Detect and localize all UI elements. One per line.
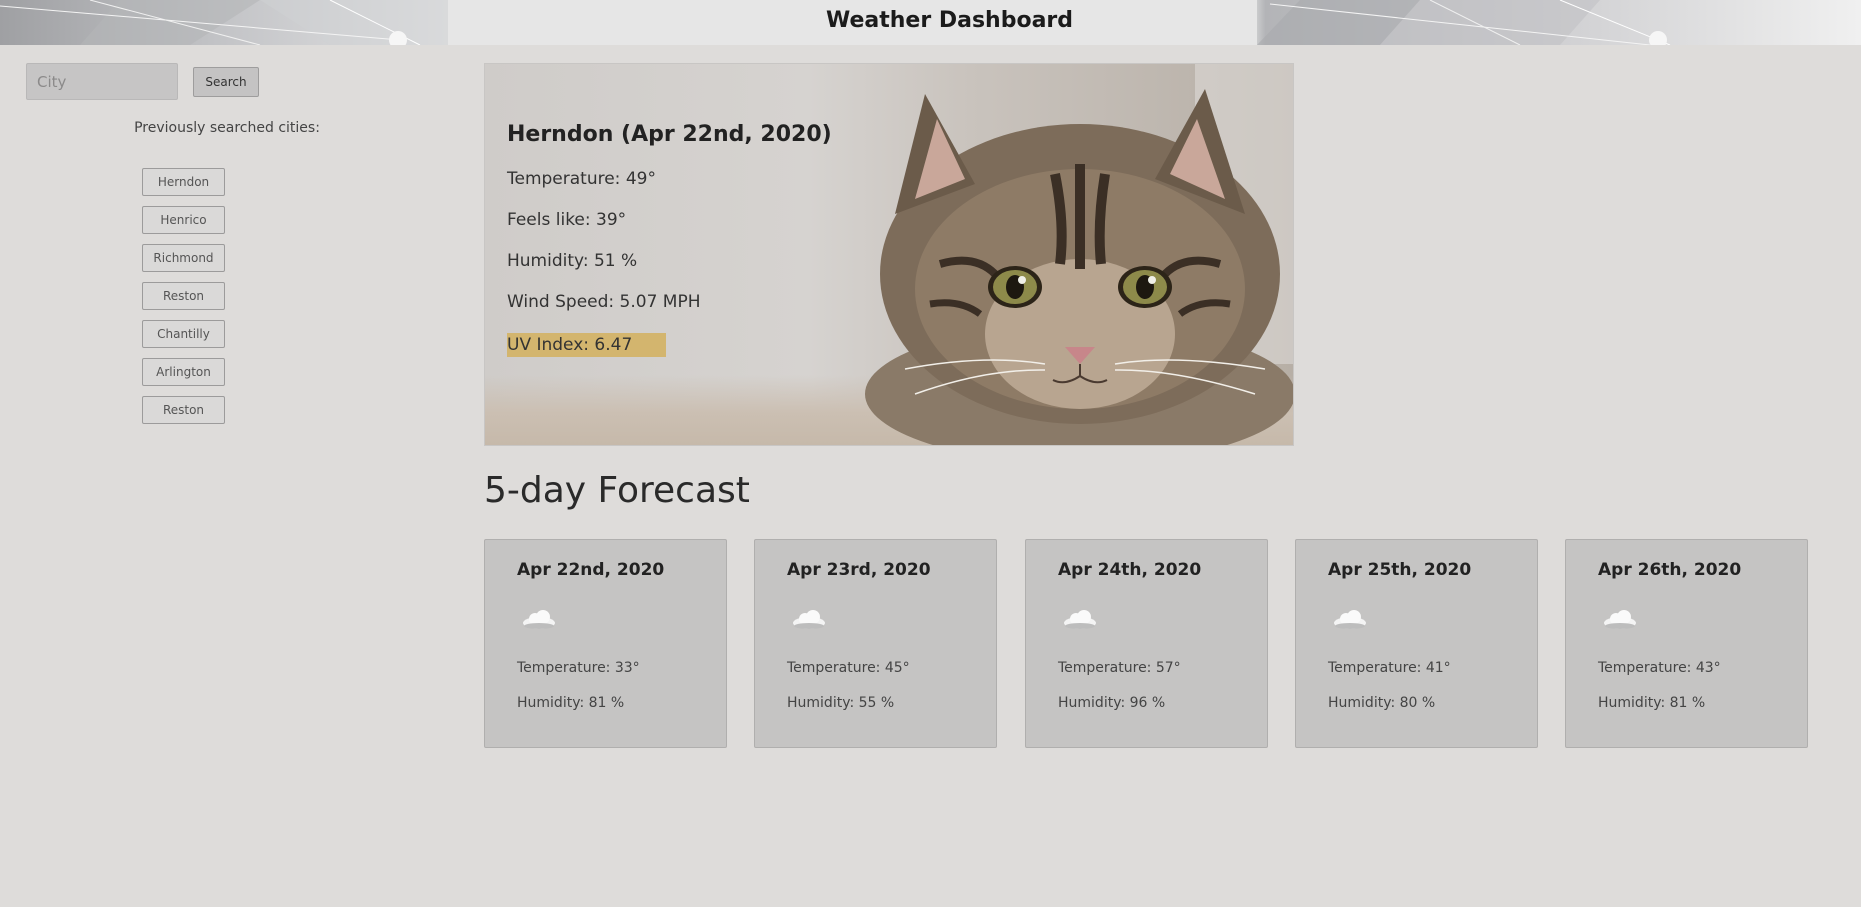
forecast-humidity: Humidity: 96 % <box>1058 695 1166 711</box>
history-city-button[interactable]: Arlington <box>142 358 225 386</box>
forecast-date: Apr 24th, 2020 <box>1058 560 1202 580</box>
current-weather-card: Herndon (Apr 22nd, 2020) Temperature: 49… <box>484 63 1294 446</box>
forecast-temperature: Temperature: 45° <box>787 660 910 676</box>
forecast-humidity: Humidity: 81 % <box>1598 695 1706 711</box>
current-wind-speed: Wind Speed: 5.07 MPH <box>507 292 701 312</box>
current-weather-info: Herndon (Apr 22nd, 2020) Temperature: 49… <box>507 122 832 374</box>
current-feels-like: Feels like: 39° <box>507 210 627 230</box>
forecast-date: Apr 23rd, 2020 <box>787 560 931 580</box>
forecast-temperature: Temperature: 41° <box>1328 660 1451 676</box>
history-city-button[interactable]: Richmond <box>142 244 225 272</box>
history-city-button[interactable]: Chantilly <box>142 320 225 348</box>
history-city-button[interactable]: Reston <box>142 282 225 310</box>
page-title: Weather Dashboard <box>825 8 1074 33</box>
forecast-temperature: Temperature: 33° <box>517 660 640 676</box>
forecast-card: Apr 25th, 2020 Temperature: 41° Humidity… <box>1295 539 1538 748</box>
uv-index-badge: UV Index: 6.47 <box>507 333 667 357</box>
forecast-temperature: Temperature: 43° <box>1598 660 1721 676</box>
forecast-humidity: Humidity: 80 % <box>1328 695 1436 711</box>
history-label: Previously searched cities: <box>134 120 320 136</box>
forecast-card: Apr 26th, 2020 Temperature: 43° Humidity… <box>1565 539 1808 748</box>
history-city-button[interactable]: Herndon <box>142 168 225 196</box>
forecast-humidity: Humidity: 55 % <box>787 695 895 711</box>
forecast-title: 5-day Forecast <box>484 470 750 511</box>
current-humidity: Humidity: 51 % <box>507 251 638 271</box>
current-city-heading: Herndon (Apr 22nd, 2020) <box>507 122 832 147</box>
history-list: Herndon Henrico Richmond Reston Chantill… <box>142 168 225 434</box>
cloud-icon <box>1334 610 1366 629</box>
cloud-icon <box>793 610 825 629</box>
page-header: Weather Dashboard <box>0 0 1861 45</box>
cloud-icon <box>523 610 555 629</box>
search-button[interactable]: Search <box>193 67 259 97</box>
city-search-input[interactable] <box>26 63 178 100</box>
history-city-button[interactable]: Henrico <box>142 206 225 234</box>
forecast-card: Apr 24th, 2020 Temperature: 57° Humidity… <box>1025 539 1268 748</box>
forecast-card: Apr 23rd, 2020 Temperature: 45° Humidity… <box>754 539 997 748</box>
cloud-icon <box>1604 610 1636 629</box>
forecast-card: Apr 22nd, 2020 Temperature: 33° Humidity… <box>484 539 727 748</box>
cloud-icon <box>1064 610 1096 629</box>
forecast-temperature: Temperature: 57° <box>1058 660 1181 676</box>
forecast-humidity: Humidity: 81 % <box>517 695 625 711</box>
forecast-date: Apr 22nd, 2020 <box>517 560 665 580</box>
history-city-button[interactable]: Reston <box>142 396 225 424</box>
cat-photo-image <box>865 64 1293 445</box>
current-temperature: Temperature: 49° <box>507 169 656 189</box>
forecast-date: Apr 25th, 2020 <box>1328 560 1472 580</box>
forecast-date: Apr 26th, 2020 <box>1598 560 1742 580</box>
